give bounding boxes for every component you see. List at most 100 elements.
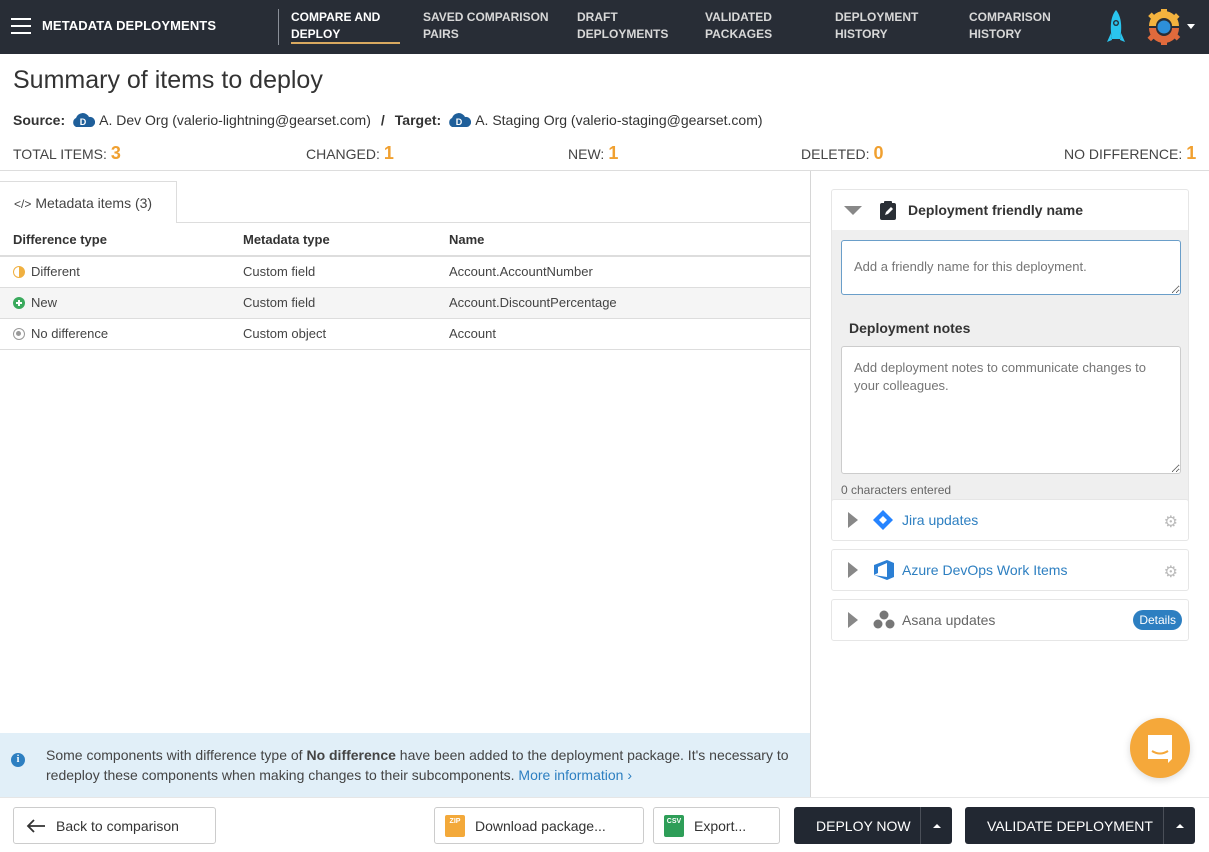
jira-icon — [873, 510, 893, 530]
column-header-metadata-type[interactable]: Metadata type — [230, 223, 436, 257]
chevron-right-icon — [848, 612, 858, 628]
org-cloud-icon: D — [449, 113, 472, 127]
stat-no-difference: NO DIFFERENCE: 1 — [1064, 143, 1196, 164]
deployment-notes-label: Deployment notes — [849, 320, 971, 336]
deploy-now-button[interactable]: DEPLOY NOW — [794, 807, 952, 844]
source-target-line: Source: D A. Dev Org (valerio-lightning@… — [13, 112, 763, 128]
stat-total-items: TOTAL ITEMS: 3 — [13, 143, 121, 164]
svg-text:D: D — [80, 117, 87, 127]
footer-actions: Back to comparison ZIP Download package.… — [0, 797, 1209, 852]
table-row[interactable]: Different Custom field Account.AccountNu… — [0, 256, 810, 288]
nav-comparison-history[interactable]: COMPARISON HISTORY — [969, 9, 1051, 43]
gear-icon[interactable]: ⚙ — [1164, 512, 1178, 532]
back-to-comparison-button[interactable]: Back to comparison — [13, 807, 216, 844]
nav-label: PACKAGES — [705, 27, 773, 41]
nav-label: DEPLOYMENT — [835, 10, 919, 24]
gear-icon[interactable]: ⚙ — [1164, 562, 1178, 582]
nav-label: HISTORY — [835, 27, 888, 41]
more-information-link[interactable]: More information › — [518, 767, 632, 783]
table-row[interactable]: No difference Custom object Account — [0, 318, 810, 350]
column-header-difference-type[interactable]: Difference type — [0, 223, 230, 257]
azure-devops-header[interactable]: Azure DevOps Work Items — [832, 550, 1188, 590]
different-icon — [13, 266, 25, 279]
rocket-icon[interactable] — [1105, 9, 1127, 45]
metadata-type-cell: Custom field — [230, 256, 436, 288]
difference-cell: Different — [0, 256, 230, 288]
friendly-name-accordion: Deployment friendly name Deployment note… — [831, 189, 1189, 504]
source-label: Source: — [13, 112, 66, 128]
caret-up-icon — [1175, 823, 1184, 828]
gearset-logo-icon[interactable] — [1145, 9, 1183, 45]
deployment-notes-textarea[interactable] — [841, 346, 1181, 474]
jira-accordion: Jira updates ⚙ — [831, 499, 1189, 541]
deploy-options-toggle[interactable] — [920, 807, 952, 844]
nav-label: VALIDATED — [705, 10, 772, 24]
stat-deleted: DELETED: 0 — [801, 143, 883, 164]
info-banner: i Some components with difference type o… — [0, 733, 810, 797]
jira-updates-label: Jira updates — [902, 512, 979, 528]
active-nav-underline — [291, 42, 400, 44]
friendly-name-title: Deployment friendly name — [908, 202, 1084, 218]
info-text: Some components with difference type of — [46, 747, 307, 763]
azure-devops-accordion: Azure DevOps Work Items ⚙ — [831, 549, 1189, 591]
azure-devops-icon — [874, 560, 894, 580]
nav-label: DRAFT — [577, 10, 618, 24]
stat-value: 1 — [608, 143, 619, 163]
csv-file-icon: CSV — [664, 814, 684, 837]
asana-details-button[interactable]: Details — [1133, 610, 1182, 630]
stat-value: 1 — [383, 143, 394, 163]
metadata-type-cell: Custom object — [230, 318, 436, 350]
friendly-name-input[interactable] — [841, 240, 1181, 295]
validate-deployment-button[interactable]: VALIDATE DEPLOYMENT — [965, 807, 1195, 844]
clipboard-edit-icon — [880, 201, 896, 220]
stat-label: NO DIFFERENCE: — [1064, 146, 1183, 162]
account-dropdown-caret-icon[interactable] — [1187, 24, 1195, 29]
app-title: METADATA DEPLOYMENTS — [42, 18, 217, 33]
download-package-button[interactable]: ZIP Download package... — [434, 807, 644, 844]
stat-value: 3 — [110, 143, 121, 163]
caret-up-icon — [932, 823, 941, 828]
table-row[interactable]: New Custom field Account.DiscountPercent… — [0, 287, 810, 319]
no-difference-icon — [13, 328, 25, 340]
difference-label: Different — [31, 264, 80, 280]
separator: / — [380, 112, 385, 128]
nav-deployment-history[interactable]: DEPLOYMENT HISTORY — [835, 9, 918, 43]
friendly-name-header[interactable]: Deployment friendly name — [832, 190, 1188, 230]
button-label: Export... — [694, 817, 747, 834]
jira-header[interactable]: Jira updates — [832, 500, 1188, 540]
nav-saved-comparison-pairs[interactable]: SAVED COMPARISON PAIRS — [423, 9, 549, 43]
nav-label: COMPARISON — [969, 10, 1051, 24]
asana-updates-label: Asana updates — [902, 612, 996, 628]
metadata-pane: </> Metadata items (3) Difference type Me… — [0, 171, 810, 797]
footer-divider — [0, 797, 1209, 798]
button-label: VALIDATE DEPLOYMENT — [987, 817, 1153, 834]
column-header-name[interactable]: Name — [436, 223, 810, 257]
info-icon: i — [11, 753, 25, 767]
hamburger-menu-icon[interactable] — [11, 18, 31, 34]
nav-label: DEPLOY — [291, 27, 341, 41]
export-csv-button[interactable]: CSV Export... — [653, 807, 780, 844]
stat-label: CHANGED: — [306, 146, 380, 162]
info-bold: No difference — [306, 747, 396, 763]
nav-compare-and-deploy[interactable]: COMPARE AND DEPLOY — [291, 9, 380, 43]
nav-draft-deployments[interactable]: DRAFT DEPLOYMENTS — [577, 9, 668, 43]
button-label: DEPLOY NOW — [816, 817, 911, 834]
metadata-table: Difference type Metadata type Name Diffe… — [0, 223, 810, 350]
nav-label: HISTORY — [969, 27, 1022, 41]
nav-label: COMPARE AND — [291, 10, 381, 24]
chat-icon — [1148, 735, 1172, 763]
stat-label: NEW: — [568, 146, 605, 162]
validate-options-toggle[interactable] — [1163, 807, 1195, 844]
name-cell: Account.AccountNumber — [436, 256, 810, 288]
target-label: Target: — [394, 112, 442, 128]
button-label: Download package... — [475, 817, 606, 834]
deployment-details-pane: Deployment friendly name Deployment note… — [811, 171, 1209, 797]
stat-changed: CHANGED: 1 — [306, 143, 394, 164]
top-navigation-bar: METADATA DEPLOYMENTS COMPARE AND DEPLOY … — [0, 0, 1209, 54]
target-org: A. Staging Org (valerio-staging@gearset.… — [475, 112, 763, 128]
tab-metadata-items[interactable]: </> Metadata items (3) — [0, 181, 177, 223]
stat-label: DELETED: — [801, 146, 870, 162]
chat-support-button[interactable] — [1130, 718, 1190, 778]
nav-validated-packages[interactable]: VALIDATED PACKAGES — [705, 9, 772, 43]
new-plus-icon — [13, 297, 25, 309]
